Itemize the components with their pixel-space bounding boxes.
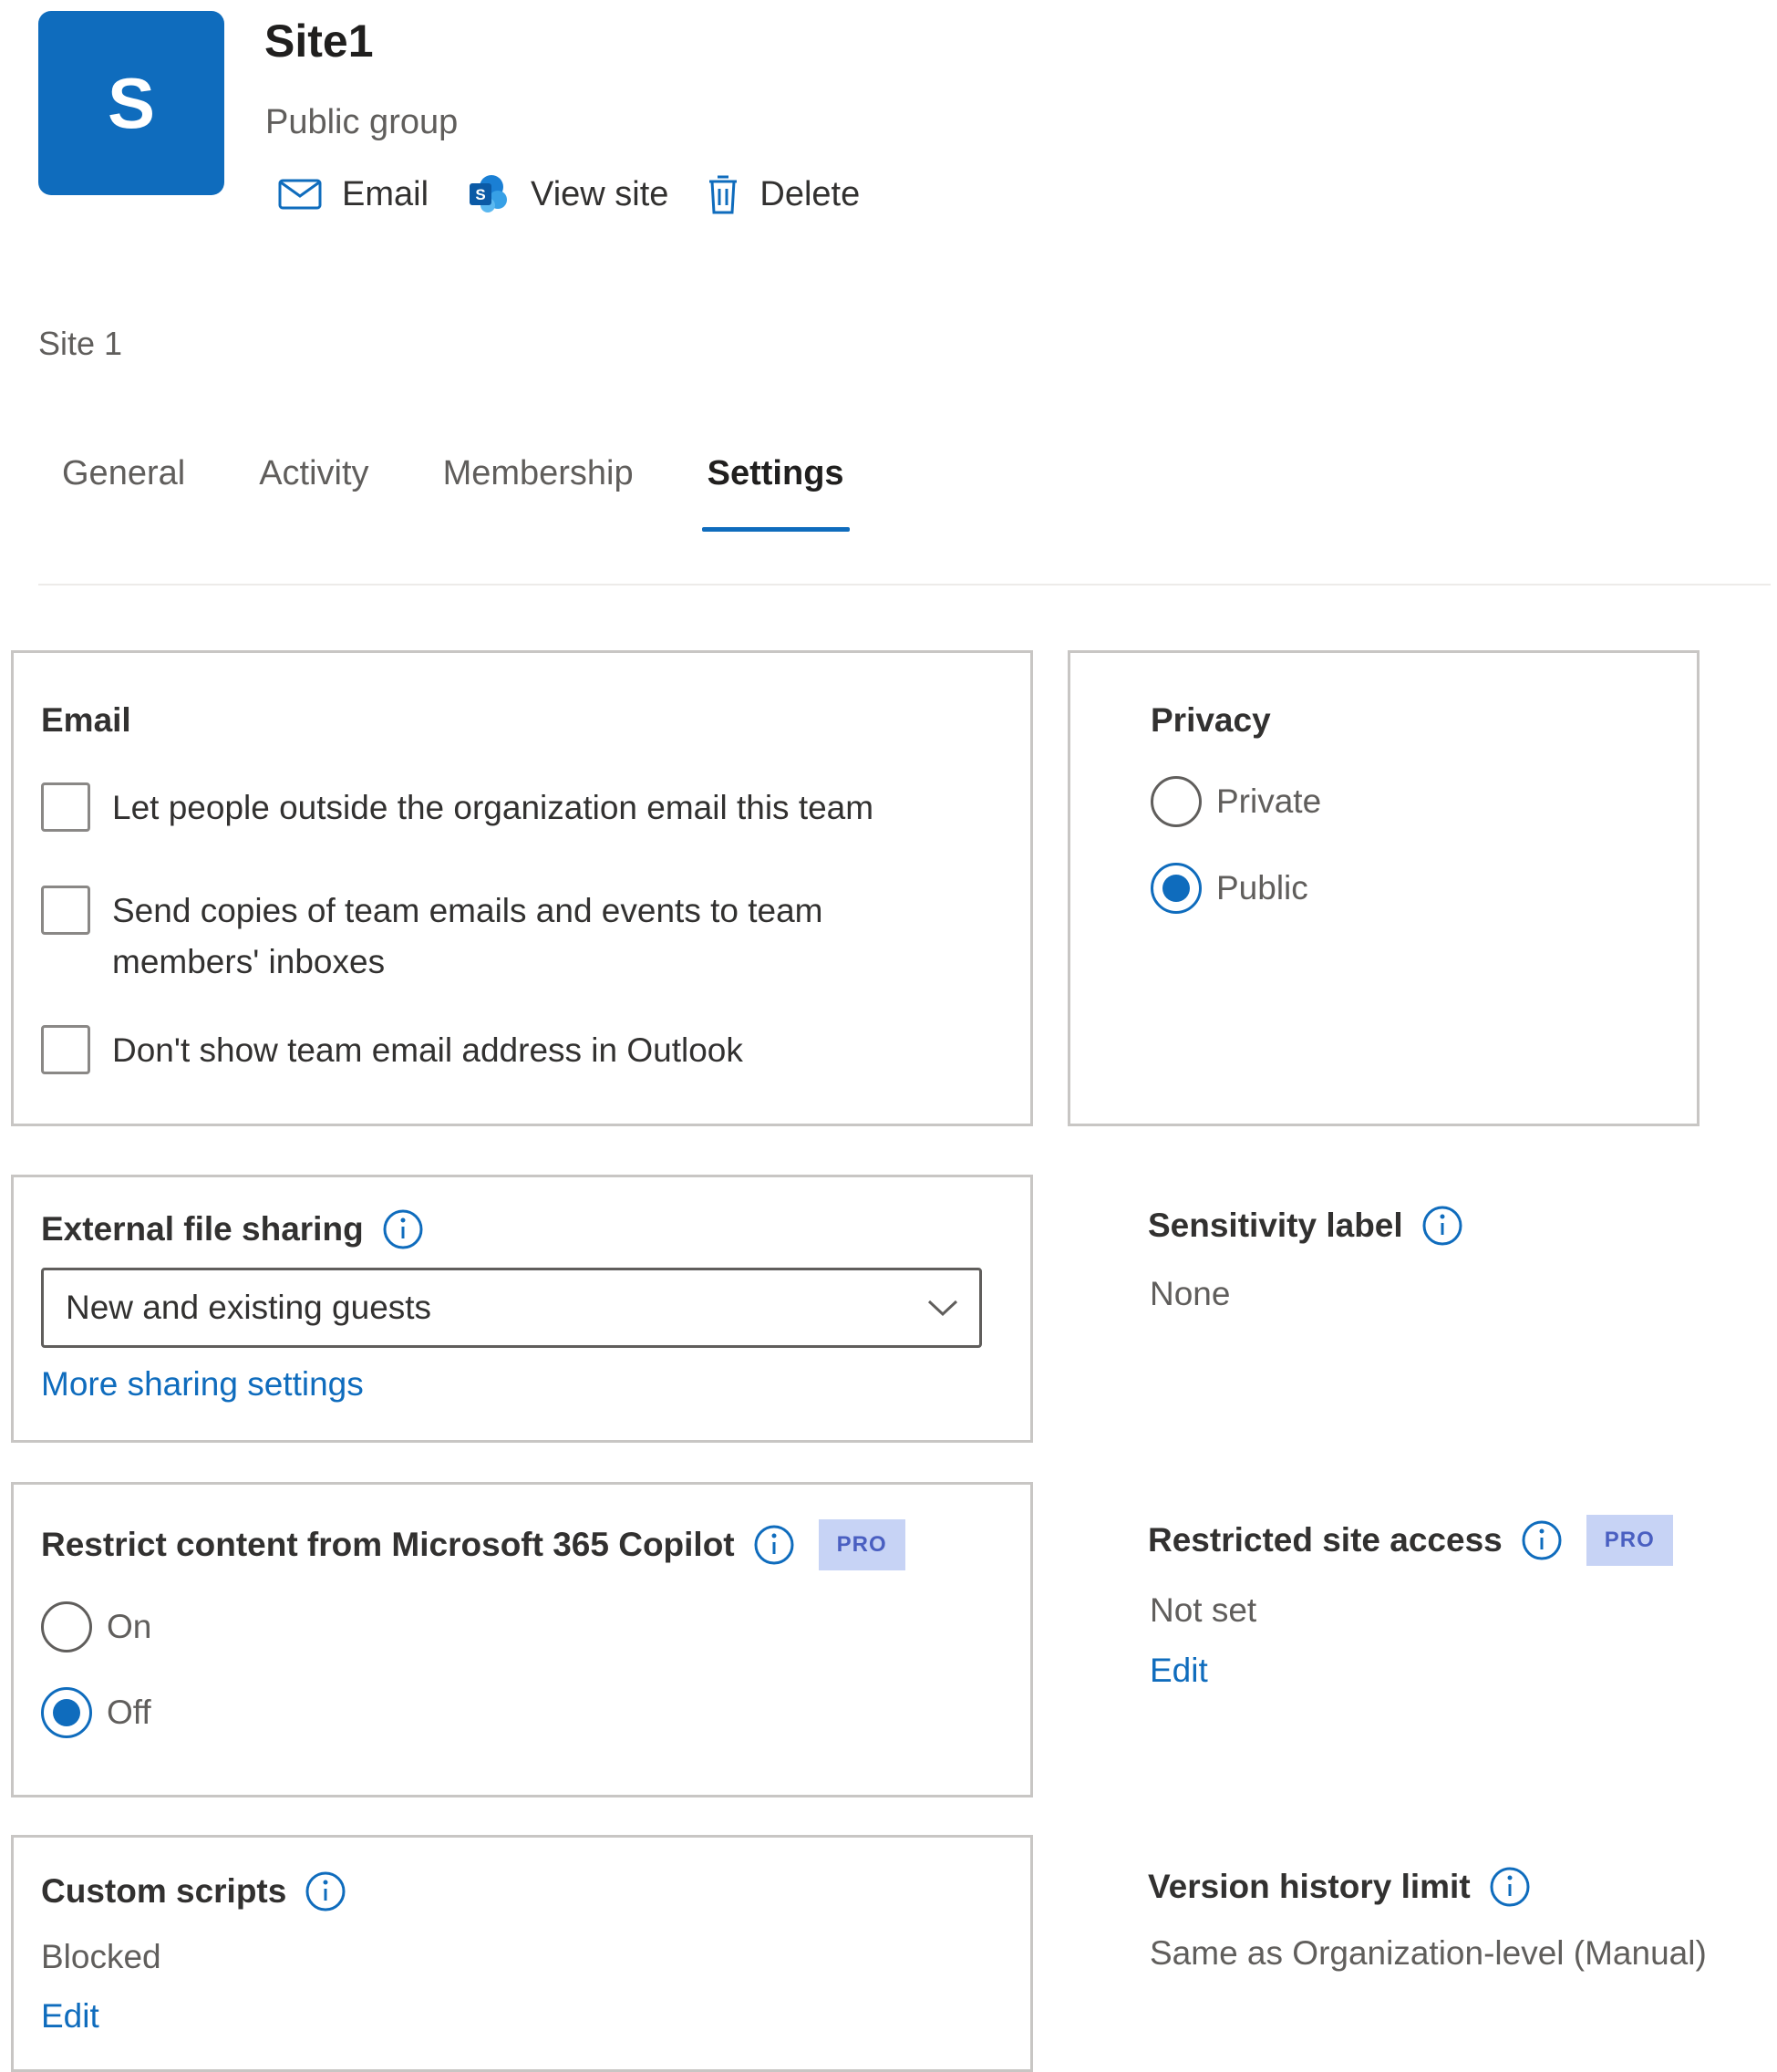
email-button[interactable]: Email	[278, 175, 429, 214]
private-label: Private	[1216, 782, 1322, 820]
info-icon[interactable]	[1489, 1866, 1531, 1908]
external-sharing-value: New and existing guests	[66, 1289, 432, 1326]
sharepoint-icon: S	[470, 175, 508, 212]
pro-badge: PRO	[1586, 1515, 1673, 1566]
info-icon[interactable]	[753, 1524, 795, 1566]
mail-icon	[278, 179, 322, 210]
email-settings-card: Email Let people outside the organizatio…	[11, 650, 1033, 1126]
info-icon[interactable]	[1421, 1205, 1463, 1247]
version-history-title-text: Version history limit	[1148, 1868, 1471, 1905]
sensitivity-label-title-text: Sensitivity label	[1148, 1207, 1403, 1244]
breadcrumb: Site 1	[38, 325, 123, 362]
tab-general[interactable]: General	[62, 454, 185, 532]
copilot-restrict-title-text: Restrict content from Microsoft 365 Copi…	[41, 1526, 735, 1563]
privacy-card-title: Privacy	[1151, 701, 1271, 739]
copilot-restrict-card: Restrict content from Microsoft 365 Copi…	[11, 1482, 1033, 1797]
copilot-option-off[interactable]: Off	[41, 1687, 151, 1738]
external-sharing-dropdown[interactable]: New and existing guests	[41, 1268, 982, 1348]
svg-text:S: S	[475, 186, 485, 203]
email-option-outside-org: Let people outside the organization emai…	[41, 782, 873, 834]
copilot-on-radio[interactable]	[41, 1601, 92, 1652]
restricted-access-title: Restricted site access PRO	[1148, 1515, 1673, 1566]
header-actions: Email S View site Delete	[278, 173, 898, 215]
sensitivity-label-title: Sensitivity label	[1148, 1205, 1463, 1247]
privacy-option-public[interactable]: Public	[1151, 863, 1308, 914]
site-avatar: S	[38, 11, 224, 195]
email-button-label: Email	[342, 174, 429, 213]
info-icon[interactable]	[382, 1208, 424, 1250]
outside-org-checkbox[interactable]	[41, 782, 90, 832]
hide-address-label: Don't show team email address in Outlook	[112, 1031, 743, 1069]
sensitivity-label-value: None	[1150, 1275, 1231, 1312]
send-copies-label-line2: members' inboxes	[112, 943, 386, 980]
copilot-off-radio[interactable]	[41, 1687, 92, 1738]
site-avatar-letter: S	[107, 62, 156, 143]
view-site-button-label: View site	[531, 174, 669, 213]
tab-activity[interactable]: Activity	[259, 454, 368, 532]
restricted-access-value: Not set	[1150, 1591, 1257, 1629]
custom-scripts-card: Custom scripts Blocked Edit	[11, 1835, 1033, 2072]
version-history-value: Same as Organization-level (Manual)	[1150, 1934, 1707, 1972]
private-radio[interactable]	[1151, 776, 1202, 827]
outside-org-label: Let people outside the organization emai…	[112, 789, 874, 826]
email-option-hide-address: Don't show team email address in Outlook	[41, 1025, 743, 1076]
version-history-title: Version history limit	[1148, 1866, 1531, 1908]
chevron-down-icon	[927, 1300, 958, 1317]
info-icon[interactable]	[305, 1870, 346, 1912]
tab-membership[interactable]: Membership	[443, 454, 634, 532]
tab-settings[interactable]: Settings	[701, 454, 850, 532]
send-copies-checkbox[interactable]	[41, 886, 90, 935]
email-card-title: Email	[41, 701, 131, 739]
delete-button[interactable]: Delete	[707, 173, 860, 215]
copilot-option-on[interactable]: On	[41, 1601, 151, 1652]
view-site-button[interactable]: S View site	[467, 173, 668, 215]
privacy-card: Privacy Private Public	[1068, 650, 1700, 1126]
email-option-send-copies: Send copies of team emails and events to…	[41, 886, 823, 988]
restricted-access-edit-link[interactable]: Edit	[1150, 1652, 1208, 1690]
custom-scripts-title: Custom scripts	[41, 1870, 346, 1912]
external-sharing-title: External file sharing	[41, 1208, 424, 1250]
public-label: Public	[1216, 869, 1308, 906]
privacy-option-private[interactable]: Private	[1151, 776, 1321, 827]
site-title: Site1	[264, 16, 374, 67]
tab-bar: General Activity Membership Settings	[38, 454, 894, 532]
copilot-restrict-title: Restrict content from Microsoft 365 Copi…	[41, 1519, 905, 1570]
send-copies-label: Send copies of team emails and events to…	[112, 886, 823, 988]
external-sharing-card: External file sharing New and existing g…	[11, 1175, 1033, 1443]
pro-badge: PRO	[818, 1519, 905, 1570]
more-sharing-settings-link[interactable]: More sharing settings	[41, 1365, 364, 1404]
restricted-access-title-text: Restricted site access	[1148, 1521, 1503, 1559]
public-radio[interactable]	[1151, 863, 1202, 914]
custom-scripts-title-text: Custom scripts	[41, 1872, 287, 1910]
hide-address-checkbox[interactable]	[41, 1025, 90, 1074]
custom-scripts-value: Blocked	[41, 1938, 161, 1975]
copilot-off-label: Off	[107, 1694, 151, 1731]
trash-icon	[709, 175, 738, 214]
info-icon[interactable]	[1521, 1519, 1563, 1561]
external-sharing-title-text: External file sharing	[41, 1210, 364, 1248]
site-subtitle: Public group	[265, 103, 459, 141]
custom-scripts-edit-link[interactable]: Edit	[41, 1997, 99, 2036]
copilot-on-label: On	[107, 1608, 152, 1645]
send-copies-label-line1: Send copies of team emails and events to…	[112, 892, 823, 929]
tab-divider	[38, 584, 1771, 585]
delete-button-label: Delete	[759, 174, 861, 213]
